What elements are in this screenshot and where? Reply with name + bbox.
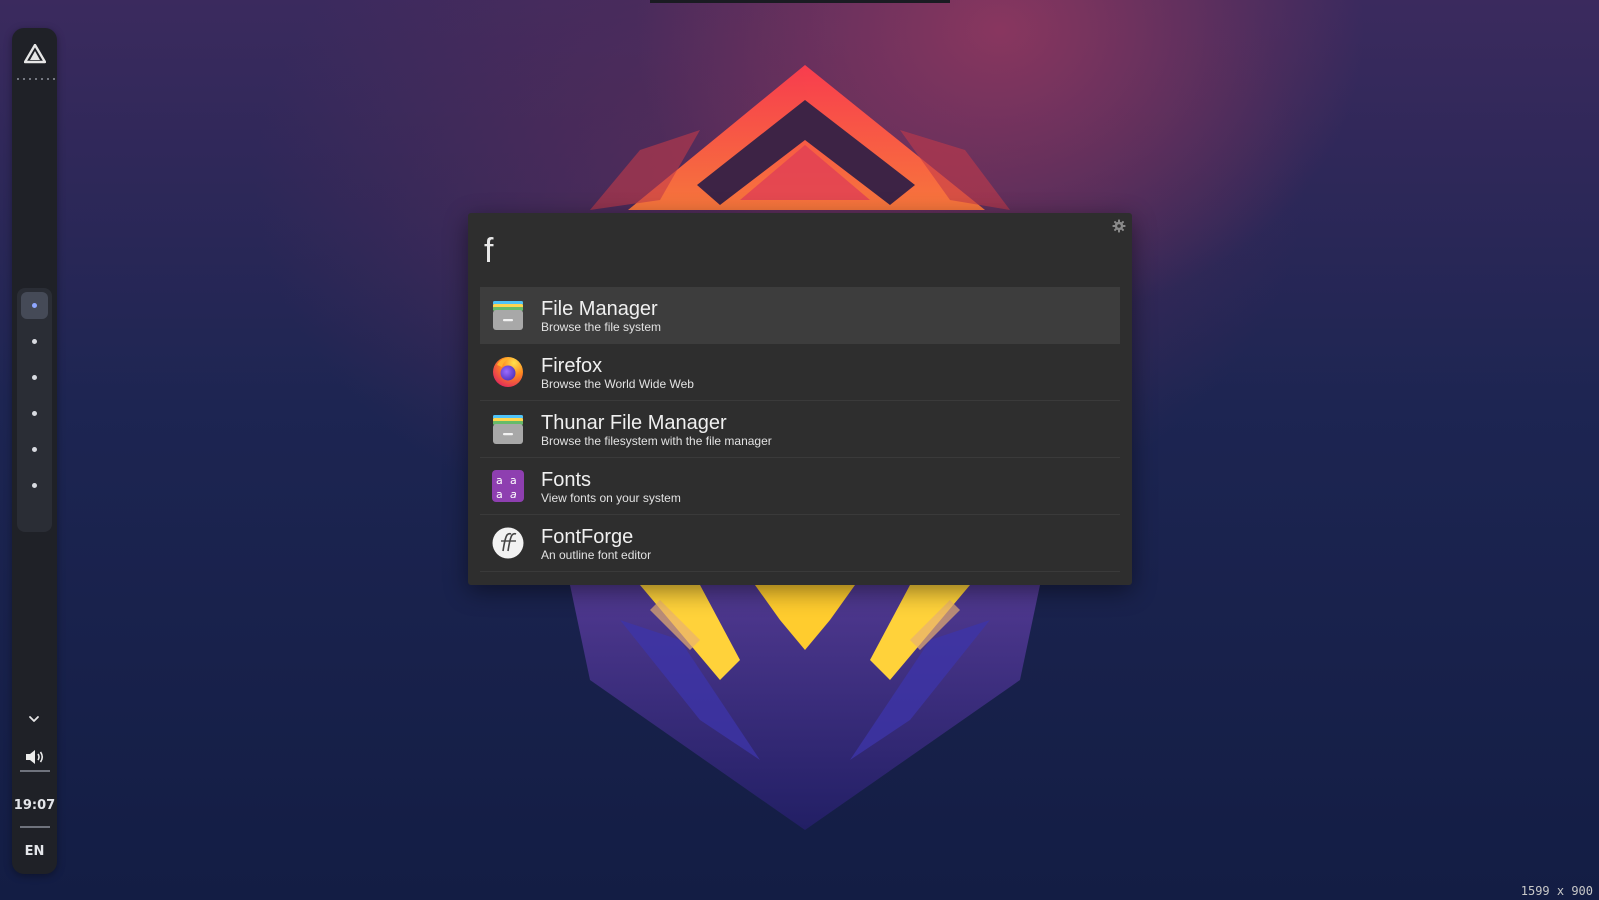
result-item[interactable]: Firefox Browse the World Wide Web <box>480 344 1120 401</box>
fontforge-icon <box>492 527 524 559</box>
result-name: File Manager <box>541 298 658 320</box>
workspace-dot <box>32 303 37 308</box>
keyboard-layout-indicator[interactable]: EN <box>12 844 57 859</box>
thunar-icon <box>493 415 523 444</box>
result-item[interactable]: FontForge An outline font editor <box>480 515 1120 572</box>
result-description: Browse the World Wide Web <box>541 377 694 391</box>
panel-separator <box>20 826 50 828</box>
file-manager-icon <box>493 301 523 330</box>
result-item[interactable]: File Manager Browse the file system <box>480 287 1120 344</box>
result-name: Fonts <box>541 469 592 491</box>
workspace-5[interactable] <box>21 436 48 463</box>
result-description: An outline font editor <box>541 548 652 562</box>
result-name: Thunar File Manager <box>541 412 727 434</box>
workspace-2[interactable] <box>21 328 48 355</box>
top-edge-bar <box>650 0 950 3</box>
result-name: FontForge <box>541 526 634 548</box>
svg-text:a: a <box>496 474 503 487</box>
workspace-switcher <box>17 288 52 532</box>
chevron-down-icon[interactable] <box>27 714 41 724</box>
workspace-1[interactable] <box>21 292 48 319</box>
result-description: Browse the file system <box>541 320 662 334</box>
result-description: View fonts on your system <box>541 491 681 505</box>
workspace-dot <box>32 483 37 488</box>
workspace-3[interactable] <box>21 364 48 391</box>
workspace-4[interactable] <box>21 400 48 427</box>
firefox-icon <box>493 357 523 387</box>
fonts-icon: a a a a <box>492 470 524 502</box>
panel-separator <box>20 770 50 772</box>
app-logo-icon[interactable] <box>24 44 46 64</box>
panel-divider-dots <box>15 78 55 80</box>
side-panel: 19:07 EN <box>12 28 57 874</box>
results-list: File Manager Browse the file system Fire… <box>480 287 1120 572</box>
app-launcher: f File Manager Browse the file system Fi… <box>468 213 1132 585</box>
workspace-dot <box>32 411 37 416</box>
result-name: Firefox <box>541 355 603 377</box>
workspace-dot <box>32 375 37 380</box>
svg-text:a: a <box>510 474 517 487</box>
result-item[interactable]: a a a a Fonts View fonts on your system <box>480 458 1120 515</box>
resolution-label: 1599 x 900 <box>1520 884 1593 898</box>
result-description: Browse the filesystem with the file mana… <box>541 434 772 448</box>
workspace-dot <box>32 447 37 452</box>
result-item[interactable]: Thunar File Manager Browse the filesyste… <box>480 401 1120 458</box>
clock[interactable]: 19:07 <box>12 798 57 813</box>
svg-text:a: a <box>496 488 503 501</box>
workspace-6[interactable] <box>21 472 48 499</box>
gear-icon[interactable] <box>1112 219 1126 233</box>
svg-text:a: a <box>510 488 517 501</box>
volume-icon[interactable] <box>24 748 46 766</box>
workspace-dot <box>32 339 37 344</box>
search-input[interactable]: f <box>484 229 493 273</box>
